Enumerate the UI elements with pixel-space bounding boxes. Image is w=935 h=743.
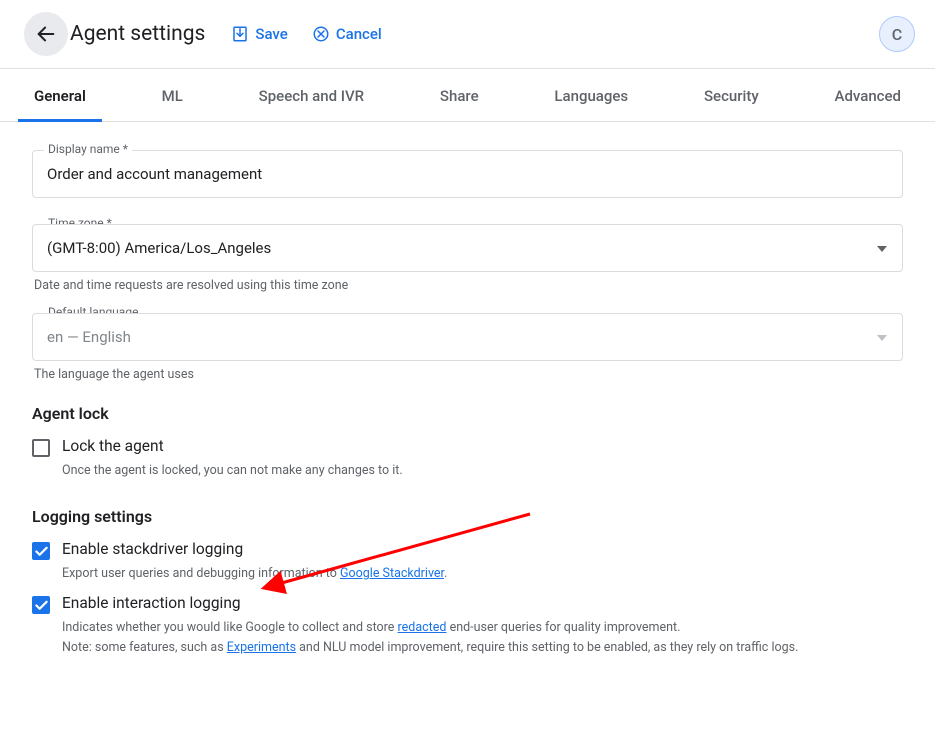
tab-general[interactable]: General (28, 69, 92, 121)
tab-languages[interactable]: Languages (548, 69, 634, 121)
display-name-label: Display name * (44, 142, 132, 156)
cancel-icon (312, 25, 330, 43)
agent-lock-title: Agent lock (32, 404, 903, 423)
save-label: Save (255, 25, 287, 43)
arrow-left-icon (35, 23, 57, 45)
interaction-desc: Indicates whether you would like Google … (62, 618, 903, 658)
stackdriver-label[interactable]: Enable stackdriver logging (62, 540, 243, 558)
cancel-button[interactable]: Cancel (304, 21, 390, 47)
time-zone-field: Time zone * (32, 224, 903, 272)
default-language-select[interactable] (32, 313, 903, 361)
save-icon (231, 25, 249, 43)
avatar[interactable]: C (879, 16, 915, 52)
logging-title: Logging settings (32, 507, 903, 526)
cancel-label: Cancel (336, 25, 382, 43)
interaction-checkbox[interactable] (32, 596, 50, 614)
check-icon (35, 546, 48, 557)
avatar-initial: C (892, 25, 902, 44)
back-button[interactable] (24, 12, 68, 56)
default-language-field: Default language (32, 313, 903, 361)
lock-agent-label[interactable]: Lock the agent (62, 437, 164, 455)
page-title: Agent settings (70, 22, 205, 46)
content: Display name * Time zone * Date and time… (0, 122, 935, 688)
tab-speech-ivr[interactable]: Speech and IVR (253, 69, 370, 121)
tabs: General ML Speech and IVR Share Language… (0, 69, 935, 122)
time-zone-select[interactable] (32, 224, 903, 272)
interaction-row: Enable interaction logging (32, 594, 903, 614)
display-name-input[interactable] (32, 150, 903, 198)
tab-ml[interactable]: ML (156, 69, 189, 121)
tab-security[interactable]: Security (698, 69, 765, 121)
default-language-helper: The language the agent uses (34, 367, 903, 382)
lock-agent-row: Lock the agent (32, 437, 903, 457)
google-stackdriver-link[interactable]: Google Stackdriver (340, 566, 444, 581)
tab-advanced[interactable]: Advanced (829, 69, 907, 121)
redacted-link[interactable]: redacted (398, 620, 447, 635)
stackdriver-checkbox[interactable] (32, 542, 50, 560)
stackdriver-desc: Export user queries and debugging inform… (62, 564, 903, 584)
header: Agent settings Save Cancel C (0, 0, 935, 69)
experiments-link[interactable]: Experiments (227, 640, 296, 655)
lock-agent-checkbox[interactable] (32, 439, 50, 457)
display-name-field: Display name * (32, 150, 903, 198)
check-icon (35, 600, 48, 611)
lock-agent-desc: Once the agent is locked, you can not ma… (62, 461, 903, 481)
interaction-label[interactable]: Enable interaction logging (62, 594, 241, 612)
time-zone-helper: Date and time requests are resolved usin… (34, 278, 903, 293)
stackdriver-row: Enable stackdriver logging (32, 540, 903, 560)
save-button[interactable]: Save (223, 21, 295, 47)
tab-share[interactable]: Share (434, 69, 485, 121)
